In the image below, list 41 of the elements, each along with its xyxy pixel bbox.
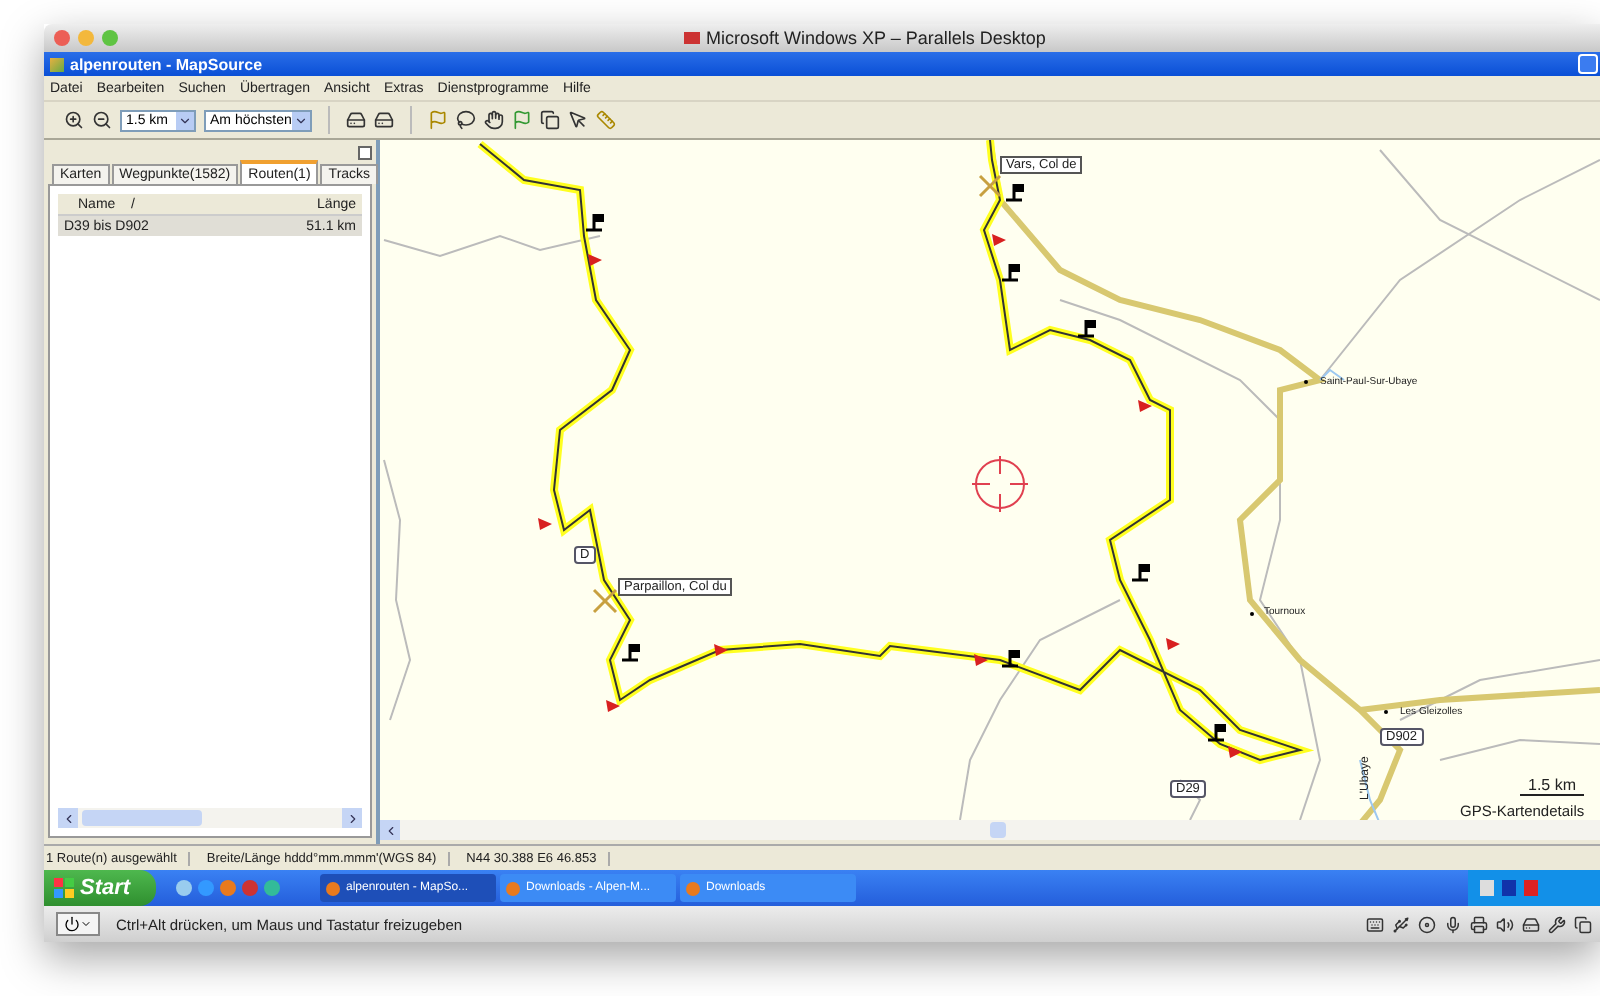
vm-icon <box>684 32 700 44</box>
scrollbar[interactable] <box>58 808 362 828</box>
close-icon[interactable] <box>54 30 70 46</box>
browser-icon <box>686 881 700 895</box>
disc-icon[interactable] <box>1418 915 1436 933</box>
windows-logo-icon <box>54 878 74 898</box>
flag-icon[interactable] <box>512 110 532 130</box>
hand-icon[interactable] <box>484 110 504 130</box>
browser-icon <box>326 881 340 895</box>
dropdown-caret-icon[interactable] <box>292 111 310 129</box>
map-scrollbar[interactable] <box>380 820 1600 840</box>
power-button[interactable] <box>56 912 100 936</box>
speaker-icon[interactable] <box>1496 915 1514 933</box>
microphone-icon[interactable] <box>1444 915 1462 933</box>
keyboard-icon[interactable] <box>1366 915 1384 933</box>
window-title: Microsoft Windows XP – Parallels Desktop <box>706 28 1046 48</box>
printer-icon[interactable] <box>1470 915 1488 933</box>
drive-icon[interactable] <box>1522 915 1540 933</box>
power-icon <box>64 916 80 932</box>
app-title: alpenrouten - MapSource <box>70 55 263 73</box>
usb-icon[interactable] <box>1392 915 1410 933</box>
panel-toggle[interactable] <box>358 146 372 160</box>
minimize-button[interactable] <box>1578 54 1598 74</box>
scroll-left-icon[interactable] <box>58 808 78 828</box>
browser-icon <box>506 881 520 895</box>
wrench-icon[interactable] <box>1548 915 1566 933</box>
scrollbar-thumb[interactable] <box>82 810 202 826</box>
app-icon <box>50 57 64 71</box>
zoom-in-icon[interactable] <box>64 110 84 130</box>
scroll-left-icon[interactable] <box>380 820 400 840</box>
scrollbar-thumb[interactable] <box>990 822 1006 838</box>
ruler-icon[interactable] <box>596 110 616 130</box>
scroll-right-icon[interactable] <box>342 808 362 828</box>
scale-bar: 1.5 km <box>1520 776 1585 796</box>
dropdown-caret-icon[interactable] <box>176 111 194 129</box>
pointer-icon[interactable] <box>568 110 588 130</box>
map-select-icon[interactable] <box>428 110 448 130</box>
caret-icon <box>80 918 92 930</box>
lasso-icon[interactable] <box>456 110 476 130</box>
zoom-out-icon[interactable] <box>92 110 112 130</box>
window-icon[interactable] <box>1574 915 1592 933</box>
